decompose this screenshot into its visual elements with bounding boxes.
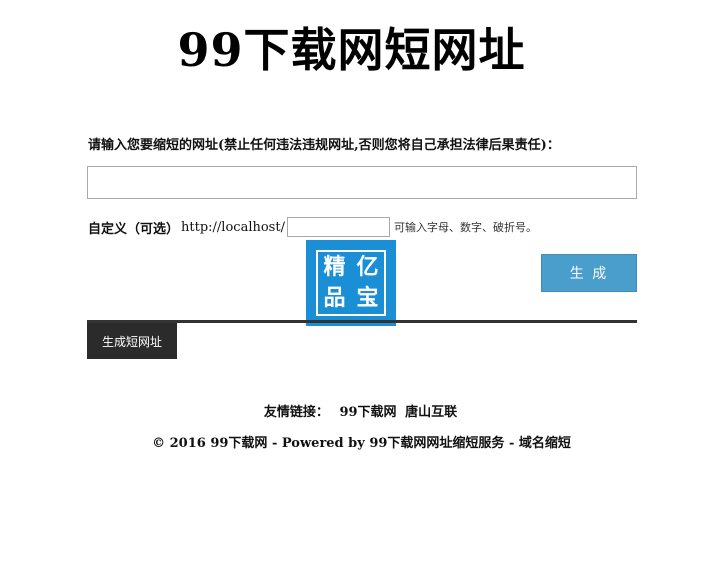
friend-link-99xiazai[interactable]: 99下载网 bbox=[339, 405, 396, 420]
tab-generate-short-url[interactable]: 生成短网址 bbox=[87, 323, 177, 359]
friend-link-tangshan[interactable]: 唐山互联 bbox=[405, 405, 457, 420]
watermark-char: 品 bbox=[323, 285, 346, 311]
url-prompt-label: 请输入您要缩短的网址(禁止任何违法违规网址,否则您将自己承担法律后果责任)： bbox=[88, 138, 560, 153]
friend-links: 友情链接： 99下载网 唐山互联 bbox=[0, 401, 703, 420]
custom-alias-hint: 可输入字母、数字、破折号。 bbox=[393, 221, 537, 234]
watermark-char: 精 bbox=[323, 254, 346, 280]
site-title: 99下载网短网址 bbox=[177, 23, 526, 77]
custom-alias-input[interactable] bbox=[286, 217, 390, 237]
watermark-logo: 精 亿 品 宝 bbox=[306, 240, 396, 326]
url-input[interactable] bbox=[87, 166, 637, 199]
custom-alias-label: 自定义（可选） bbox=[88, 221, 180, 237]
generate-button[interactable]: 生 成 bbox=[541, 254, 637, 292]
watermark-char: 亿 bbox=[356, 254, 379, 280]
custom-alias-prefix: http://localhost/ bbox=[181, 219, 285, 235]
custom-alias-row: 自定义（可选） http://localhost/ 可输入字母、数字、破折号。 bbox=[88, 216, 537, 238]
watermark-char: 宝 bbox=[356, 285, 379, 311]
friend-links-label: 友情链接： bbox=[263, 405, 329, 420]
copyright-text: © 2016 99下载网 - Powered by 99下载网网址缩短服务 - … bbox=[152, 436, 571, 451]
